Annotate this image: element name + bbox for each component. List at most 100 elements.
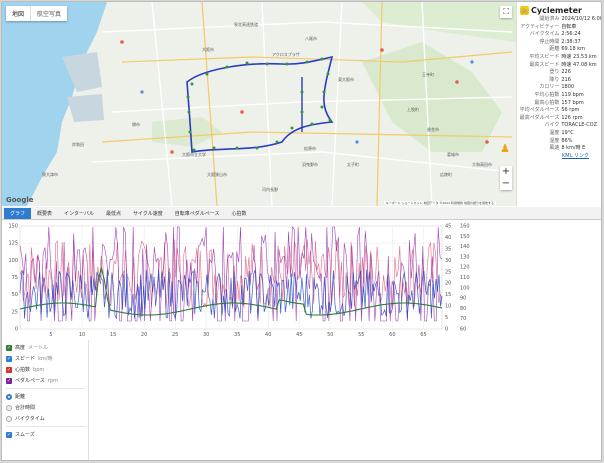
x-mode-option[interactable]: 距離 <box>6 391 86 402</box>
map-footer[interactable]: キーボード ショートカット 地図データ ©2024 利用規約 地図の誤りを報告す… <box>383 201 496 205</box>
map-place-label: 王寺町 <box>422 72 434 77</box>
tab-bar: グラフ 概要表 インターバル 最低点 サイクル速度 自転車ペダルペース 心拍数 <box>2 207 601 220</box>
summary-key: 平均スピード <box>529 53 560 60</box>
summary-key: バイク <box>544 122 560 129</box>
smooth-checkbox[interactable]: ✓ <box>6 431 12 438</box>
map-place-label: 大阪市 <box>202 47 214 52</box>
summary-key: 距離 <box>549 46 560 53</box>
summary-value: 69.18 km <box>561 46 586 53</box>
map-place-label: 河内長野 <box>262 187 278 192</box>
pegman-icon[interactable]: ♟ <box>500 142 510 155</box>
series-checkbox[interactable]: ✓ <box>6 377 12 384</box>
map-type-roadmap-button[interactable]: 地図 <box>6 6 30 21</box>
tab-5[interactable]: 自転車ペダルペース <box>169 208 226 219</box>
legend-series-row[interactable]: ✓ 高度 メートル <box>6 342 86 353</box>
x-tick-label: 20 <box>141 332 147 338</box>
legend-series-row[interactable]: ✓ ペダルペース rpm <box>6 375 86 386</box>
summary-value: 226 <box>561 69 571 76</box>
summary-value: 157 bpm <box>561 99 584 106</box>
cyclemeter-page: 八尾市 松原市 東大阪市 上牧町 羽曳野市 太子町 泉北高速鉄道 大阪市 アクロスプラザ 堺市 大阪… <box>1 1 602 461</box>
y-right-tick-label: 60 <box>460 327 466 333</box>
kml-link[interactable]: KML リンク <box>562 153 589 159</box>
series-checkbox[interactable]: ✓ <box>6 344 12 351</box>
summary-value: 216 <box>561 76 571 83</box>
tab-0[interactable]: グラフ <box>4 208 32 219</box>
map-place-label: 泉北高速鉄道 <box>234 22 258 27</box>
x-mode-label: 合計時間 <box>15 405 36 411</box>
x-tick-label: 25 <box>172 332 178 338</box>
x-tick-label: 10 <box>79 332 85 338</box>
y-right-tick-label: 70 <box>460 316 466 322</box>
ride-chart: 0 25 50 75 100 125 150 0 5 10 15 20 25 30 35 40 45 60 70 80… <box>2 221 482 340</box>
x-tick-label: 30 <box>203 332 209 338</box>
y-left-tick-label: 25 <box>12 309 18 315</box>
tab-3[interactable]: 最低点 <box>100 208 127 219</box>
x-mode-radio[interactable] <box>6 393 12 400</box>
y-mid-tick-label: 0 <box>445 327 448 333</box>
x-mode-label: バイクタイム <box>15 416 45 422</box>
y-left-tick-label: 150 <box>8 224 18 230</box>
map-type-satellite-button[interactable]: 航空写真 <box>30 6 67 21</box>
series-checkbox[interactable]: ✓ <box>6 355 12 362</box>
x-tick-label: 35 <box>234 332 240 338</box>
tab-6[interactable]: 心拍数 <box>226 208 253 219</box>
summary-value: 86% <box>561 137 573 144</box>
summary-table: 開始済み 2024/10/12 6:00 アクティビティー 自転車 バイクタイム 2:56… <box>517 16 601 153</box>
summary-key: 開始済み <box>539 16 560 22</box>
x-tick-label: 50 <box>327 332 333 338</box>
map-place-label: 堺市 <box>132 122 140 127</box>
tab-1[interactable]: 概要表 <box>31 208 58 219</box>
summary-value: 119 bpm <box>561 91 584 98</box>
y-right-tick-label: 160 <box>460 224 470 230</box>
series-unit: メートル <box>28 345 49 351</box>
tab-4[interactable]: サイクル速度 <box>127 208 169 219</box>
legend-series-row[interactable]: ✓ 心拍数 bpm <box>6 364 86 375</box>
map-place-label: 松原市 <box>304 146 316 151</box>
y-right-tick-label: 100 <box>460 285 470 291</box>
bike-icon: 🚲 <box>520 5 529 15</box>
summary-key: 降り <box>549 76 560 83</box>
summary-row: 最高心拍数 157 bpm <box>517 99 601 108</box>
summary-row: 停止時間 2:38:37 <box>517 39 601 47</box>
series-checkbox[interactable]: ✓ <box>6 366 12 373</box>
summary-row: 降り 216 <box>517 76 601 85</box>
summary-value: 1800 <box>561 84 575 91</box>
series-unit: rpm <box>47 377 58 384</box>
zoom-in-button[interactable]: + <box>500 166 512 178</box>
y-mid-tick-label: 15 <box>445 292 451 298</box>
summary-row: 風速 8 km/時 E <box>517 145 601 153</box>
map-place-label: 羽曳野市 <box>302 162 318 167</box>
tab-2[interactable]: インターバル <box>58 208 100 219</box>
map-place-label: アクロスプラザ <box>272 52 300 57</box>
y-left-tick-label: 100 <box>8 258 18 264</box>
x-mode-option[interactable]: バイクタイム <box>6 413 86 424</box>
fullscreen-icon[interactable]: ⛶ <box>500 6 512 18</box>
map-place-label: 八尾市 <box>305 36 317 41</box>
x-tick-label: 40 <box>265 332 271 338</box>
map-place-label: 広陵町 <box>440 172 452 177</box>
summary-row: 距離 69.18 km <box>517 46 601 54</box>
y-mid-tick-label: 45 <box>445 224 451 230</box>
x-mode-radio[interactable] <box>6 404 12 411</box>
summary-value: 時速 23.53 km <box>561 53 597 60</box>
x-tick-label: 55 <box>358 332 364 338</box>
y-mid-tick-label: 20 <box>445 281 451 287</box>
summary-row: バイクタイム 2:56:24 <box>517 31 601 39</box>
summary-row: 湿度 86% <box>517 137 601 146</box>
x-mode-radio[interactable] <box>6 415 12 422</box>
series-name: スピード <box>15 356 36 362</box>
legend-series-row[interactable]: ✓ スピード km/時 <box>6 353 86 364</box>
map-type-control: 地図 航空写真 <box>6 6 68 21</box>
smooth-option[interactable]: ✓ スムーズ <box>6 429 86 440</box>
y-right-tick-label: 120 <box>460 265 470 271</box>
y-left-tick-label: 0 <box>15 327 18 333</box>
zoom-out-button[interactable]: − <box>500 178 512 190</box>
y-mid-tick-label: 30 <box>445 258 451 264</box>
divider <box>88 340 89 460</box>
map-canvas <box>2 2 516 206</box>
route-map[interactable]: 八尾市 松原市 東大阪市 上牧町 羽曳野市 太子町 泉北高速鉄道 大阪市 アクロスプラザ 堺市 大阪… <box>2 2 516 206</box>
x-tick-label: 15 <box>110 332 116 338</box>
summary-row: カロリー 1800 <box>517 84 601 92</box>
x-tick-label: 5 <box>49 332 52 338</box>
x-mode-option[interactable]: 合計時間 <box>6 402 86 413</box>
